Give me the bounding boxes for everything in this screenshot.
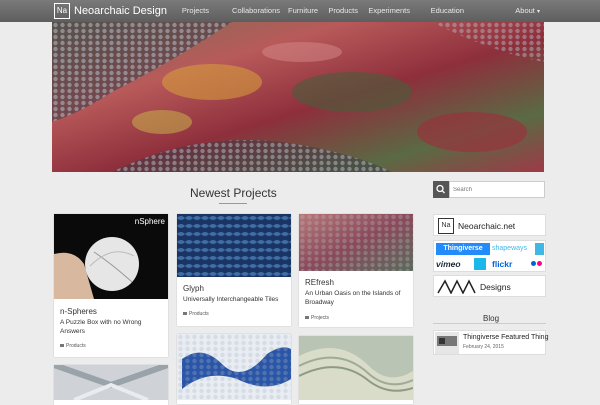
folder-icon: [183, 312, 187, 316]
nav-item-products[interactable]: Products: [328, 6, 358, 15]
nav-item-about-label: About: [515, 6, 535, 15]
section-divider: [219, 203, 247, 204]
card-thumbnail[interactable]: nSphere: [54, 214, 168, 299]
card-tag-label: Products: [66, 343, 86, 349]
blog-post-title[interactable]: Thingiverse Featured Thing: [463, 334, 548, 341]
nav-item-education[interactable]: Education: [431, 6, 464, 15]
shapeways-link[interactable]: shapeways: [492, 243, 536, 255]
folder-icon: [305, 316, 309, 320]
card-thumbnail[interactable]: [53, 362, 169, 402]
folder-icon: [60, 344, 64, 348]
project-card-nspheres[interactable]: nSphere n-Spheres A Puzzle Box with no W…: [54, 214, 168, 357]
nav-item-experiments[interactable]: Experiments: [368, 6, 410, 15]
na-logo-icon: Na: [438, 218, 454, 234]
card-title[interactable]: n-Spheres: [60, 307, 97, 316]
flickr-link[interactable]: flickr: [492, 258, 526, 270]
card-subtitle: An Urban Oasis on the Islands of Broadwa…: [305, 290, 401, 306]
thingiverse-link[interactable]: Thingiverse: [436, 243, 490, 255]
neoarchaic-label: Neoarchaic.net: [458, 221, 516, 231]
card-tag[interactable]: Products: [183, 311, 209, 317]
card-thumbnail[interactable]: [298, 336, 414, 400]
top-navbar: Na Neoarchaic Design Projects Collaborat…: [0, 0, 600, 22]
designs-link[interactable]: Designs: [433, 275, 546, 297]
project-card-partial-1[interactable]: [53, 362, 169, 405]
card-subtitle: A Puzzle Box with no Wrong Answers: [60, 319, 142, 335]
nsphere-image: [54, 214, 168, 299]
brand-name: Neoarchaic Design: [74, 5, 167, 17]
section-title: Newest Projects: [190, 186, 277, 200]
blog-post-thumbnail: [435, 332, 459, 354]
thumb-label: nSphere: [134, 217, 165, 226]
card-tag-label: Projects: [311, 315, 330, 321]
vimeo-link[interactable]: vimeo: [436, 258, 472, 270]
card-tag-label: Products: [189, 311, 209, 317]
card-tag[interactable]: Projects: [305, 315, 329, 321]
refresh-image: [299, 214, 413, 271]
blog-heading: Blog: [480, 314, 503, 323]
shapeways-logo-icon: [535, 243, 544, 255]
card-subtitle: Universally Interchangeable Tiles: [183, 296, 279, 303]
blog-post-date: February 24, 2015: [463, 344, 504, 350]
caret-down-icon: ▾: [536, 9, 540, 15]
search-input[interactable]: [449, 181, 545, 198]
flickr-dot-pink-icon: [537, 261, 542, 266]
designs-label: Designs: [480, 282, 511, 292]
blog-divider: [433, 323, 546, 324]
hero-banner-image[interactable]: [52, 22, 544, 172]
vimeo-logo-icon: [474, 258, 486, 270]
brand-link[interactable]: Na Neoarchaic Design: [54, 3, 167, 19]
search-button[interactable]: [433, 181, 449, 198]
nav-item-projects[interactable]: Projects: [182, 6, 209, 15]
flickr-dot-blue-icon: [531, 261, 536, 266]
search-box: [433, 181, 546, 198]
designs-logo-icon: [437, 279, 476, 294]
card-thumbnail[interactable]: [299, 214, 413, 271]
project-card-partial-3[interactable]: [298, 336, 414, 404]
glyph-image: [177, 214, 291, 277]
card-thumbnail[interactable]: [177, 214, 291, 277]
card-thumbnail[interactable]: [177, 334, 291, 400]
social-links-box: Thingiverse shapeways vimeo flickr: [433, 240, 546, 272]
search-icon: [436, 184, 445, 194]
brand-logo-icon: Na: [54, 3, 70, 19]
card-title[interactable]: REfresh: [305, 278, 334, 287]
project-card-partial-2[interactable]: [177, 334, 291, 404]
card-title[interactable]: Glyph: [183, 284, 204, 293]
nav-item-about[interactable]: About ▾: [515, 6, 540, 15]
nav-item-furniture[interactable]: Furniture: [288, 6, 318, 15]
neoarchaic-link[interactable]: Na Neoarchaic.net: [433, 214, 546, 236]
nav-item-collaborations[interactable]: Collaborations: [232, 6, 280, 15]
project-card-glyph[interactable]: Glyph Universally Interchangeable Tiles …: [177, 214, 291, 326]
hero-hex-pattern: [52, 22, 544, 172]
blog-post-item[interactable]: Thingiverse Featured Thing February 24, …: [433, 330, 548, 355]
card-tag[interactable]: Products: [60, 343, 86, 349]
project-card-refresh[interactable]: REfresh An Urban Oasis on the Islands of…: [299, 214, 413, 327]
